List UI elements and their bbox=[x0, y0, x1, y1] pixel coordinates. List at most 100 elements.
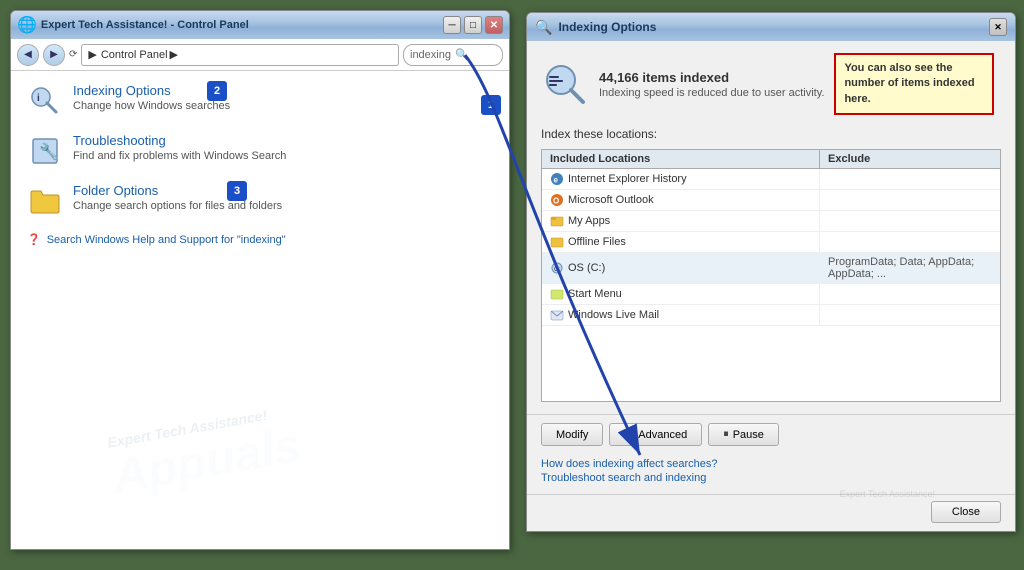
help-link[interactable]: ❓ Search Windows Help and Support for "i… bbox=[27, 233, 493, 246]
row-included: My Apps bbox=[542, 211, 820, 231]
search-term: indexing bbox=[410, 49, 451, 61]
table-row[interactable]: My Apps bbox=[542, 211, 1000, 232]
outlook-icon: O bbox=[550, 193, 564, 207]
window-content: i Indexing Options Change how Windows se… bbox=[11, 71, 509, 549]
wlm-label: Windows Live Mail bbox=[568, 309, 659, 321]
startmenu-label: Start Menu bbox=[568, 288, 622, 300]
pause-button[interactable]: ⏸ Pause bbox=[708, 423, 779, 446]
ie-history-label: Internet Explorer History bbox=[568, 173, 687, 185]
exclude-header: Exclude bbox=[820, 150, 1000, 168]
table-row[interactable]: C: OS (C:) ProgramData; Data; AppData; A… bbox=[542, 253, 1000, 284]
os-icon: C: bbox=[550, 261, 564, 275]
outlook-label: Microsoft Outlook bbox=[568, 194, 654, 206]
address-text: Control Panel bbox=[101, 49, 168, 61]
address-label: ▶ bbox=[88, 48, 96, 61]
dialog-titlebar: 🔍 Indexing Options ✕ bbox=[527, 13, 1015, 41]
address-path[interactable]: ▶ Control Panel ▶ bbox=[81, 44, 399, 66]
address-bar: ◀ ▶ ⟳ ▶ Control Panel ▶ indexing 🔍 bbox=[11, 39, 509, 71]
help-icon: ❓ bbox=[27, 233, 41, 246]
row-exclude bbox=[820, 312, 1000, 318]
advanced-label: Advanced bbox=[638, 429, 687, 441]
svg-text:i: i bbox=[37, 93, 40, 104]
os-label: OS (C:) bbox=[568, 262, 605, 274]
indexing-options-subtitle: Change how Windows searches bbox=[73, 100, 230, 112]
windowslivemail-icon bbox=[550, 308, 564, 322]
ie-icon: e bbox=[550, 172, 564, 186]
annotation-1: 1 bbox=[481, 95, 501, 115]
maximize-button[interactable]: □ bbox=[464, 16, 482, 34]
search-box[interactable]: indexing 🔍 bbox=[403, 44, 503, 66]
myapps-icon bbox=[550, 214, 564, 228]
indexing-options-item[interactable]: i Indexing Options Change how Windows se… bbox=[27, 83, 493, 119]
troubleshoot-link[interactable]: Troubleshoot search and indexing bbox=[541, 472, 1001, 484]
svg-text:O: O bbox=[553, 197, 559, 206]
dialog-close-x-button[interactable]: ✕ bbox=[989, 18, 1007, 36]
indexing-status-icon bbox=[541, 60, 589, 108]
table-row[interactable]: O Microsoft Outlook bbox=[542, 190, 1000, 211]
dialog-content: 44,166 items indexed Indexing speed is r… bbox=[527, 41, 1015, 414]
folder-options-title[interactable]: Folder Options bbox=[73, 183, 282, 198]
row-exclude bbox=[820, 291, 1000, 297]
modify-button[interactable]: Modify bbox=[541, 423, 603, 446]
indexing-options-icon: i bbox=[27, 83, 63, 119]
row-included: O Microsoft Outlook bbox=[542, 190, 820, 210]
back-button[interactable]: ◀ bbox=[17, 44, 39, 66]
tooltip-box: You can also see the number of items ind… bbox=[834, 53, 994, 115]
svg-text:e: e bbox=[554, 176, 559, 185]
folder-options-icon bbox=[27, 183, 63, 219]
row-included: Windows Live Mail bbox=[542, 305, 820, 325]
troubleshooting-icon: 🔧 bbox=[27, 133, 63, 169]
troubleshooting-title[interactable]: Troubleshooting bbox=[73, 133, 286, 148]
dialog-title-left: 🔍 Indexing Options bbox=[535, 19, 656, 36]
items-indexed-count: 44,166 items indexed bbox=[599, 70, 824, 85]
table-row[interactable]: Windows Live Mail bbox=[542, 305, 1000, 326]
troubleshooting-subtitle: Find and fix problems with Windows Searc… bbox=[73, 150, 286, 162]
advanced-icon: ⚙ bbox=[624, 428, 634, 441]
offline-label: Offline Files bbox=[568, 236, 626, 248]
refresh-icon[interactable]: ⟳ bbox=[69, 49, 77, 60]
offline-icon bbox=[550, 235, 564, 249]
dialog-title-icon: 🔍 bbox=[535, 19, 552, 36]
folder-options-subtitle: Change search options for files and fold… bbox=[73, 200, 282, 212]
troubleshooting-item[interactable]: 🔧 Troubleshooting Find and fix problems … bbox=[27, 133, 493, 169]
dialog-links: How does indexing affect searches? Troub… bbox=[527, 454, 1015, 494]
table-row[interactable]: Offline Files bbox=[542, 232, 1000, 253]
index-locations-label: Index these locations: bbox=[541, 127, 1001, 141]
indexing-status-row: 44,166 items indexed Indexing speed is r… bbox=[541, 53, 1001, 115]
titlebar-left: 🌐 Expert Tech Assistance! - Control Pane… bbox=[17, 15, 249, 35]
control-panel-window: 🌐 Expert Tech Assistance! - Control Pane… bbox=[10, 10, 510, 550]
indexing-speed-text: Indexing speed is reduced due to user ac… bbox=[599, 87, 824, 99]
row-exclude bbox=[820, 176, 1000, 182]
search-icon: 🔍 bbox=[455, 48, 469, 61]
address-chevron: ▶ bbox=[170, 48, 178, 61]
myapps-label: My Apps bbox=[568, 215, 610, 227]
window-controls: ─ □ ✕ bbox=[443, 16, 503, 34]
minimize-button[interactable]: ─ bbox=[443, 16, 461, 34]
row-included: C: OS (C:) bbox=[542, 258, 820, 278]
row-included: Start Menu bbox=[542, 284, 820, 304]
row-included: Offline Files bbox=[542, 232, 820, 252]
advanced-button[interactable]: ⚙ Advanced bbox=[609, 423, 702, 446]
indexing-options-dialog: 🔍 Indexing Options ✕ 44,166 items indexe… bbox=[526, 12, 1016, 532]
tooltip-text: You can also see the number of items ind… bbox=[844, 62, 974, 105]
left-titlebar: 🌐 Expert Tech Assistance! - Control Pane… bbox=[11, 11, 509, 39]
pause-label: Pause bbox=[733, 429, 764, 441]
dialog-title-text: Indexing Options bbox=[558, 20, 656, 34]
annotation-3: 3 bbox=[227, 181, 247, 201]
help-text: Search Windows Help and Support for "ind… bbox=[47, 234, 286, 246]
dialog-action-buttons: Modify ⚙ Advanced ⏸ Pause bbox=[527, 414, 1015, 454]
left-window-title: Expert Tech Assistance! - Control Panel bbox=[41, 19, 249, 31]
close-dialog-button[interactable]: Close bbox=[931, 501, 1001, 523]
startmenu-icon bbox=[550, 287, 564, 301]
folder-options-item[interactable]: Folder Options Change search options for… bbox=[27, 183, 493, 219]
folder-options-text: Folder Options Change search options for… bbox=[73, 183, 282, 212]
locations-table: Included Locations Exclude e Internet Ex… bbox=[541, 149, 1001, 402]
row-exclude bbox=[820, 197, 1000, 203]
forward-button[interactable]: ▶ bbox=[43, 44, 65, 66]
table-row[interactable]: e Internet Explorer History bbox=[542, 169, 1000, 190]
row-exclude bbox=[820, 239, 1000, 245]
close-window-button[interactable]: ✕ bbox=[485, 16, 503, 34]
table-row[interactable]: Start Menu bbox=[542, 284, 1000, 305]
troubleshooting-text: Troubleshooting Find and fix problems wi… bbox=[73, 133, 286, 162]
how-indexing-link[interactable]: How does indexing affect searches? bbox=[541, 458, 1001, 470]
